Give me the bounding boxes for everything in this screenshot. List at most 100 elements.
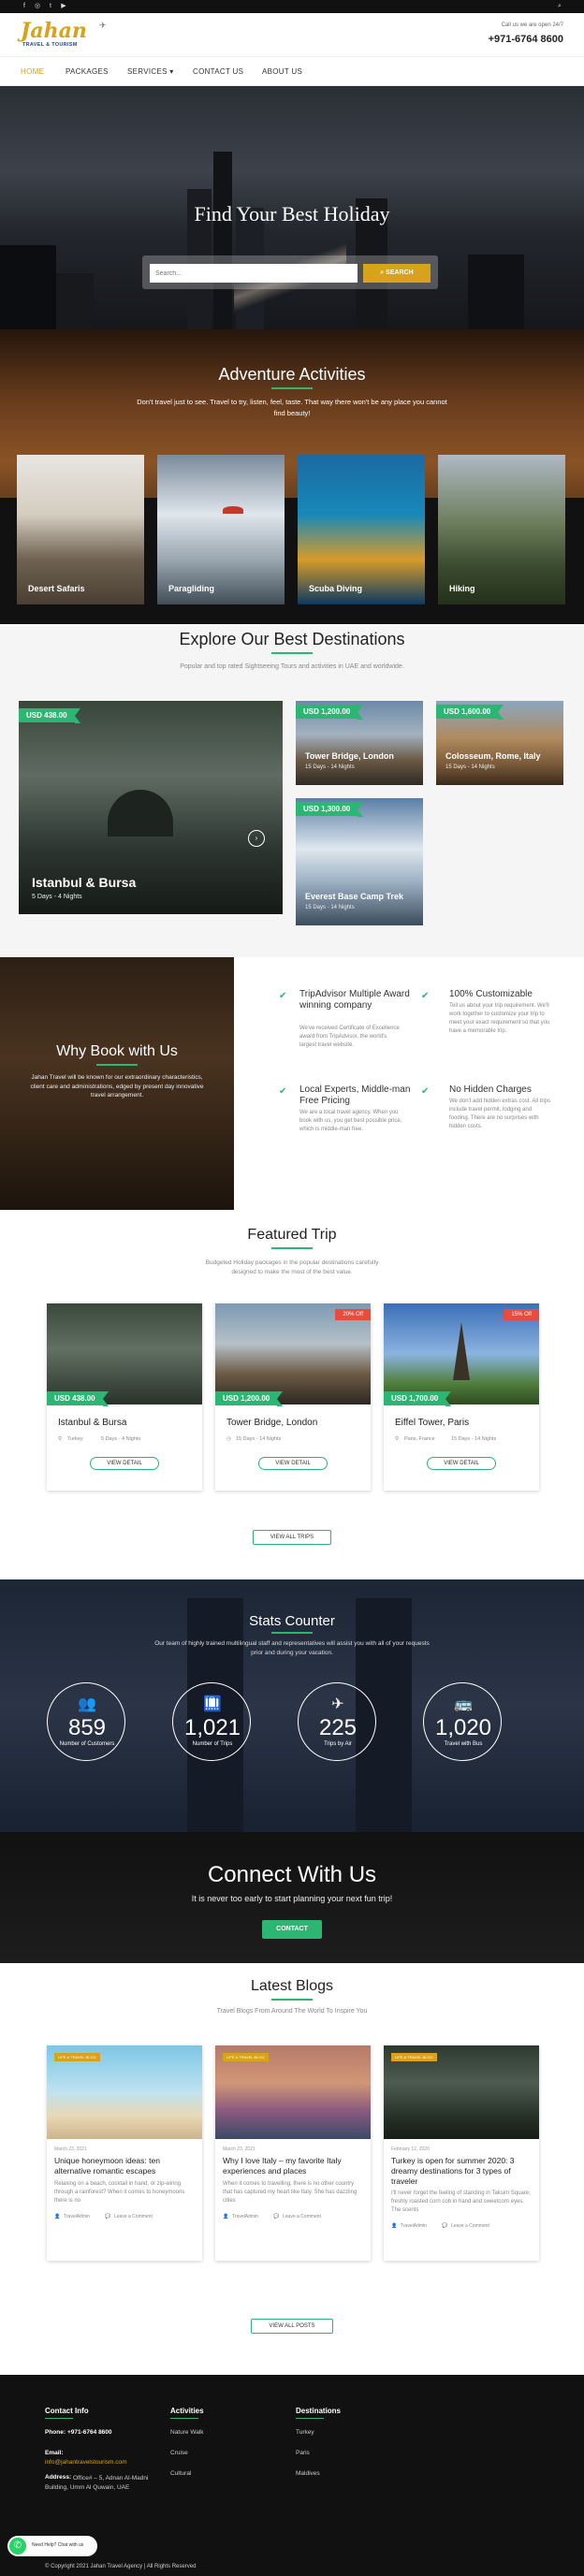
facebook-icon[interactable]: f bbox=[21, 3, 28, 10]
blog-date: March 23, 2021 bbox=[223, 2147, 256, 2152]
price-badge: USD 1,700.00 bbox=[384, 1391, 452, 1406]
nav-contact[interactable]: CONTACT US bbox=[193, 67, 243, 76]
top-bar: f ◎ t ▶ ⌕ bbox=[0, 0, 584, 13]
luggage-icon: 🛄 bbox=[203, 1696, 222, 1712]
price-badge: USD 438.00 bbox=[47, 1391, 109, 1406]
plane-icon: ✈ bbox=[99, 21, 107, 30]
footer-activity-link[interactable]: Nature Walk bbox=[170, 2429, 204, 2436]
hero-section: Find Your Best Holiday ⌕ SEARCH bbox=[0, 86, 584, 329]
author-icon: 👤 bbox=[54, 2214, 61, 2219]
stat-value: 1,021 bbox=[183, 1715, 241, 1740]
users-icon: 👥 bbox=[78, 1696, 96, 1712]
feature-text: We don't add hidden extras cost. All tri… bbox=[449, 1099, 551, 1129]
view-detail-button[interactable]: VIEW DETAIL bbox=[427, 1457, 496, 1470]
airplane-icon: ✈ bbox=[331, 1696, 344, 1712]
nav-home[interactable]: HOME bbox=[21, 67, 44, 76]
youtube-icon[interactable]: ▶ bbox=[60, 3, 67, 10]
contact-button[interactable]: CONTACT bbox=[262, 1920, 322, 1939]
featured-name: Eiffel Tower, Paris bbox=[395, 1418, 470, 1428]
view-all-posts-button[interactable]: VIEW ALL POSTS bbox=[251, 2319, 333, 2334]
header-phone[interactable]: +971-6764 8600 bbox=[489, 34, 563, 45]
adv-card-hiking[interactable]: Hiking bbox=[438, 455, 565, 604]
blog-title[interactable]: Why I love Italy – my favorite Italy exp… bbox=[223, 2156, 363, 2176]
featured-name: Istanbul & Bursa bbox=[58, 1418, 127, 1428]
blog-card[interactable]: LIFE & TRAVEL BLOG March 23, 2021 Why I … bbox=[215, 2045, 371, 2261]
discount-badge: 20% Off bbox=[335, 1309, 371, 1320]
featured-card[interactable]: 20% Off USD 1,200.00 Tower Bridge, Londo… bbox=[215, 1303, 371, 1491]
stat-value: 225 bbox=[318, 1715, 358, 1740]
dest-card-istanbul[interactable]: USD 438.00 › Istanbul & Bursa 5 Days - 4… bbox=[19, 701, 283, 914]
connect-text: It is never too early to start planning … bbox=[191, 1894, 393, 1903]
blog-author[interactable]: TravelAdmin bbox=[401, 2223, 427, 2229]
blogs-section: Latest Blogs Travel Blogs From Around Th… bbox=[0, 1963, 584, 2375]
featured-meta: 15 Days - 14 Nights bbox=[451, 1436, 497, 1442]
comment-icon: 💬 bbox=[442, 2223, 448, 2229]
stat-value: 859 bbox=[67, 1715, 107, 1740]
footer-activity-link[interactable]: Cruise bbox=[170, 2450, 188, 2456]
adv-card-scuba[interactable]: Scuba Diving bbox=[298, 455, 425, 604]
footer-destination-link[interactable]: Maldives bbox=[296, 2470, 320, 2477]
adv-card-label: Hiking bbox=[449, 584, 475, 593]
explore-title: Explore Our Best Destinations bbox=[179, 630, 405, 648]
featured-meta: 15 Days - 14 Nights bbox=[236, 1436, 282, 1442]
stat-bus: 🚌 1,020 Travel with Bus bbox=[423, 1682, 502, 1761]
adv-card-desert[interactable]: Desert Safaris bbox=[17, 455, 144, 604]
view-all-trips-button[interactable]: VIEW ALL TRIPS bbox=[253, 1530, 331, 1545]
featured-card[interactable]: 15% Off USD 1,700.00 Eiffel Tower, Paris… bbox=[384, 1303, 539, 1491]
dest-name: Istanbul & Bursa bbox=[32, 875, 137, 890]
blog-category: LIFE & TRAVEL BLOG bbox=[391, 2053, 437, 2061]
view-detail-button[interactable]: VIEW DETAIL bbox=[258, 1457, 328, 1470]
view-detail-button[interactable]: VIEW DETAIL bbox=[90, 1457, 159, 1470]
blog-comment[interactable]: Leave a Comment bbox=[283, 2214, 321, 2219]
featured-name: Tower Bridge, London bbox=[226, 1418, 318, 1428]
stat-value: 1,020 bbox=[434, 1715, 492, 1740]
dest-meta: 15 Days - 14 Nights bbox=[305, 905, 355, 910]
nav-packages[interactable]: PACKAGES bbox=[66, 67, 109, 76]
blogs-title: Latest Blogs bbox=[250, 1978, 334, 1994]
site-header: Jahan ✈ TRAVEL & TOURISM Call us we are … bbox=[0, 13, 584, 56]
paraglider-shape bbox=[223, 506, 243, 514]
blog-comment[interactable]: Leave a Comment bbox=[451, 2223, 489, 2229]
arrow-right-icon[interactable]: › bbox=[248, 830, 265, 847]
why-image-panel: Why Book with Us Jahan Travel will be kn… bbox=[0, 957, 234, 1210]
featured-card[interactable]: USD 438.00 Istanbul & Bursa ⚲ Turkey 5 D… bbox=[47, 1303, 202, 1491]
discount-badge: 15% Off bbox=[504, 1309, 539, 1320]
nav-services[interactable]: SERVICES ▾ bbox=[127, 67, 174, 76]
adv-text: Don't travel just to see. Travel to try,… bbox=[137, 398, 447, 417]
dest-meta: 15 Days - 14 Nights bbox=[445, 764, 495, 770]
stats-text: Our team of highly trained multilingual … bbox=[154, 1640, 430, 1656]
hero-search-button[interactable]: ⌕ SEARCH bbox=[363, 264, 431, 283]
blog-comment[interactable]: Leave a Comment bbox=[114, 2214, 153, 2219]
blog-card[interactable]: LIFE & TRAVEL BLOG February 12, 2020 Tur… bbox=[384, 2045, 539, 2261]
whatsapp-text: Need Help? Chat with us bbox=[32, 2542, 84, 2548]
blog-author[interactable]: TravelAdmin bbox=[64, 2214, 90, 2219]
blog-card[interactable]: LIFE & TRAVEL BLOG March 23, 2021 Unique… bbox=[47, 2045, 202, 2261]
stat-label: Trips by Air bbox=[324, 1741, 352, 1747]
feature-title: No Hidden Charges bbox=[449, 1084, 532, 1095]
stats-section: Stats Counter Our team of highly trained… bbox=[0, 1579, 584, 1832]
nav-about[interactable]: ABOUT US bbox=[262, 67, 302, 76]
twitter-icon[interactable]: t bbox=[47, 3, 54, 10]
blog-author[interactable]: TravelAdmin bbox=[232, 2214, 258, 2219]
whatsapp-widget[interactable]: ✆ Need Help? Chat with us bbox=[7, 2536, 97, 2556]
footer-address: Office# – 5, Adnan Al-Madni Building, Um… bbox=[45, 2475, 149, 2491]
footer-destination-link[interactable]: Paris bbox=[296, 2450, 310, 2456]
dest-card-london[interactable]: USD 1,200.00 Tower Bridge, London 15 Day… bbox=[296, 701, 423, 785]
logo[interactable]: Jahan ✈ TRAVEL & TOURISM bbox=[21, 19, 107, 51]
connect-section: Connect With Us It is never too early to… bbox=[0, 1832, 584, 1963]
dest-card-everest[interactable]: USD 1,300.00 Everest Base Camp Trek 15 D… bbox=[296, 798, 423, 925]
dest-card-rome[interactable]: USD 1,600.00 Colosseum, Rome, Italy 15 D… bbox=[436, 701, 563, 785]
footer-activity-link[interactable]: Cultural bbox=[170, 2470, 191, 2477]
blog-title[interactable]: Turkey is open for summer 2020: 3 dreamy… bbox=[391, 2156, 532, 2187]
footer-email[interactable]: info@jahantravelstourism.com bbox=[45, 2459, 127, 2466]
hero-search-input[interactable] bbox=[150, 264, 358, 283]
feature-text: We are a local travel agency. When you b… bbox=[299, 1110, 402, 1132]
instagram-icon[interactable]: ◎ bbox=[34, 3, 41, 10]
blog-category: LIFE & TRAVEL BLOG bbox=[223, 2053, 269, 2061]
search-icon[interactable]: ⌕ bbox=[556, 3, 563, 10]
adv-card-paragliding[interactable]: Paragliding bbox=[157, 455, 285, 604]
footer-destination-link[interactable]: Turkey bbox=[296, 2429, 314, 2436]
hero-search-bar: ⌕ SEARCH bbox=[142, 255, 438, 289]
footer-phone[interactable]: +971-6764 8600 bbox=[67, 2429, 112, 2436]
blog-title[interactable]: Unique honeymoon ideas: ten alternative … bbox=[54, 2156, 195, 2176]
